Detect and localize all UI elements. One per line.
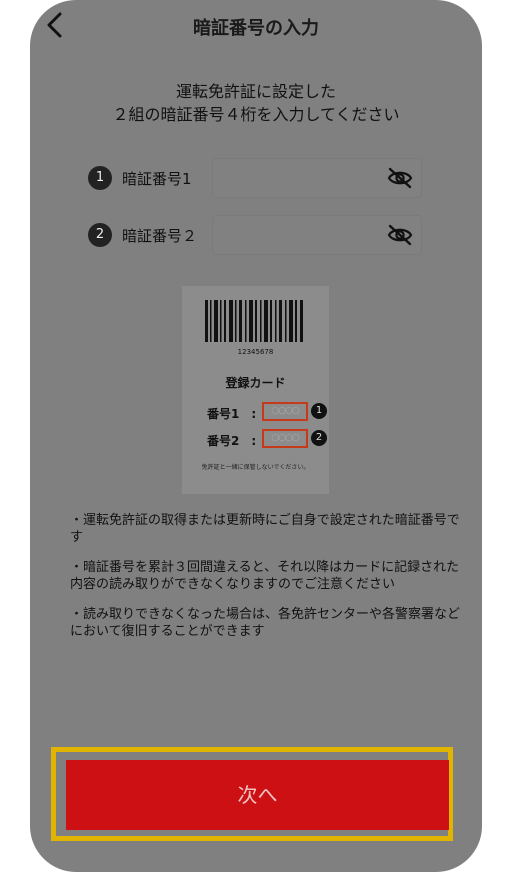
card-title: 登録カード bbox=[225, 376, 286, 390]
page-title: 暗証番号の入力 bbox=[193, 18, 319, 39]
card-digit-box: ○○○○ bbox=[262, 402, 308, 421]
pin-label: 暗証番号1 bbox=[122, 170, 192, 188]
note-item: ・暗証番号を累計３回間違えると、それ以降はカードに記録された内容の読み取りができ… bbox=[70, 560, 460, 592]
eye-slash-icon[interactable] bbox=[387, 167, 413, 189]
next-button[interactable]: 次へ bbox=[66, 760, 449, 830]
card-row-number: 2 bbox=[311, 430, 327, 446]
pin-input-1[interactable] bbox=[212, 158, 422, 198]
note-item: ・読み取りできなくなった場合は、各免許センターや各警察署などにおいて復旧すること… bbox=[70, 607, 461, 639]
barcode-number: 12345678 bbox=[237, 348, 274, 356]
card-digit-box: ○○○○ bbox=[262, 429, 308, 448]
note-item: ・運転免許証の取得または更新時にご自身で設定された暗証番号です bbox=[70, 513, 460, 545]
instruction-text: 運転免許証に設定した ２組の暗証番号４桁を入力してください bbox=[30, 80, 482, 126]
pin-row-1: 1 暗証番号1 bbox=[88, 158, 453, 198]
eye-slash-icon[interactable] bbox=[387, 224, 413, 246]
card-row-number: 1 bbox=[311, 403, 327, 419]
card-row-label: 番号2 : bbox=[207, 434, 257, 448]
barcode-icon bbox=[205, 300, 303, 342]
instruction-line-2: ２組の暗証番号４桁を入力してください bbox=[112, 105, 400, 124]
registration-card-illustration: 12345678 登録カード 番号1 : ○○○○ 1 番号2 : ○○○○ 2… bbox=[182, 286, 329, 494]
instruction-line-1: 運転免許証に設定した bbox=[175, 82, 336, 101]
card-note: 免許証と一緒に保管しないでください。 bbox=[201, 464, 310, 471]
header: 暗証番号の入力 bbox=[30, 0, 482, 52]
pin-label: 暗証番号２ bbox=[122, 227, 198, 245]
notes-list: ・運転免許証の取得または更新時にご自身で設定された暗証番号です ・暗証番号を累計… bbox=[70, 512, 470, 653]
screen: 暗証番号の入力 運転免許証に設定した ２組の暗証番号４桁を入力してください 1 … bbox=[30, 0, 482, 872]
pin-row-2: 2 暗証番号２ bbox=[88, 215, 453, 255]
pin-number-badge: 1 bbox=[88, 166, 112, 190]
pin-number-badge: 2 bbox=[88, 223, 112, 247]
card-row-label: 番号1 : bbox=[207, 407, 257, 421]
pin-input-2[interactable] bbox=[212, 215, 422, 255]
